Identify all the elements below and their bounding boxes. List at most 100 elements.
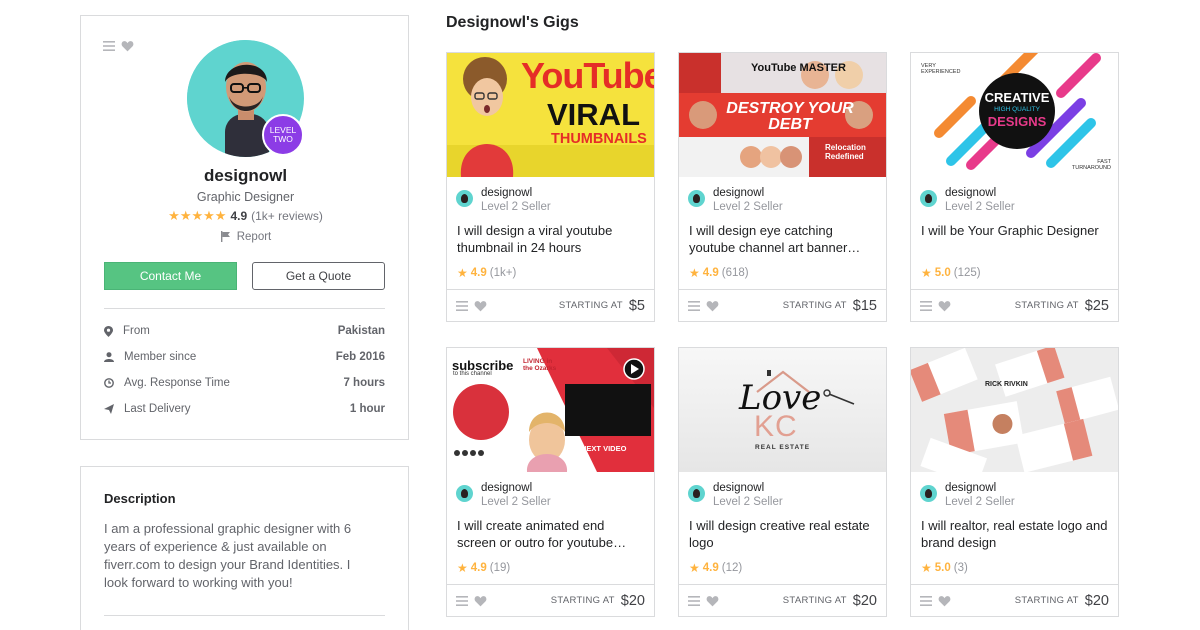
stat-label: From <box>123 325 150 337</box>
gig-seller-name[interactable]: designowl <box>945 482 1015 495</box>
gig-price[interactable]: STARTING AT $25 <box>1015 298 1109 314</box>
star-icon: ★ <box>689 561 700 575</box>
heart-icon[interactable] <box>706 595 719 607</box>
review-count[interactable]: (1k+ reviews) <box>251 209 323 223</box>
rating-value: 4.9 <box>230 209 248 223</box>
gig-card[interactable]: RICK RIVKIN designowl Level 2 Seller I w… <box>910 347 1119 617</box>
gig-seller-name[interactable]: designowl <box>481 187 551 200</box>
thumb-banner-mid: DESTROY YOUR DEBT <box>726 100 854 133</box>
heart-icon[interactable] <box>938 595 951 607</box>
gig-seller-name[interactable]: designowl <box>713 482 783 495</box>
gig-title[interactable]: I will be Your Graphic Designer <box>921 223 1111 240</box>
thumb-end-sub2: to this channel <box>453 371 492 377</box>
gig-footer: STARTING AT $5 <box>447 289 654 321</box>
gig-rating-count: (3) <box>953 562 968 574</box>
stat-value: Pakistan <box>337 325 385 337</box>
price-amount: $15 <box>852 297 877 314</box>
avatar-wrap: LEVEL TWO <box>187 40 304 157</box>
thumb-banner-top: YouTube MASTER <box>751 62 846 74</box>
seller-mini-avatar[interactable] <box>688 485 705 502</box>
gig-seller-level: Level 2 Seller <box>481 201 551 213</box>
gig-seller-name[interactable]: designowl <box>481 482 551 495</box>
menu-icon[interactable] <box>688 595 700 606</box>
gig-card[interactable]: CREATIVE HIGH QUALITY DESIGNS VERY EXPER… <box>910 52 1119 322</box>
gig-title[interactable]: I will design creative real estate logo <box>689 518 879 551</box>
gig-price[interactable]: STARTING AT $20 <box>783 593 877 609</box>
gig-card[interactable]: YouTube MASTER DESTROY YOUR DEBT Relocat… <box>678 52 887 322</box>
gig-seller-name[interactable]: designowl <box>713 187 783 200</box>
menu-icon[interactable] <box>920 300 932 311</box>
level-badge: LEVEL TWO <box>262 114 304 156</box>
thumb-end-next: NEXT VIDEO <box>581 444 627 453</box>
thumb-cards-name: RICK RIVKIN <box>985 381 1028 388</box>
thumb-creative-l2: HIGH QUALITY <box>994 106 1040 113</box>
stat-row-response-time: Avg. Response Time 7 hours <box>104 370 385 396</box>
heart-icon[interactable] <box>938 300 951 312</box>
stat-value: Feb 2016 <box>335 351 385 363</box>
menu-icon[interactable] <box>103 41 115 51</box>
gig-seller: designowl Level 2 Seller <box>456 482 551 509</box>
heart-icon[interactable] <box>474 300 487 312</box>
gig-seller-name[interactable]: designowl <box>945 187 1015 200</box>
menu-icon[interactable] <box>688 300 700 311</box>
seller-mini-avatar[interactable] <box>688 190 705 207</box>
stat-delivery-label-group: Last Delivery <box>104 403 190 415</box>
gig-price[interactable]: STARTING AT $20 <box>551 593 645 609</box>
gig-thumbnail[interactable]: YouTube MASTER DESTROY YOUR DEBT Relocat… <box>679 53 886 177</box>
gig-thumbnail[interactable]: RICK RIVKIN <box>911 348 1118 472</box>
star-icon: ★ <box>921 561 932 575</box>
gig-thumbnail[interactable]: CREATIVE HIGH QUALITY DESIGNS VERY EXPER… <box>911 53 1118 177</box>
gig-title[interactable]: I will design a viral youtube thumbnail … <box>457 223 647 256</box>
seller-profile-card: LEVEL TWO designowl Graphic Designer ★★★… <box>80 15 409 440</box>
gig-rating-count: (125) <box>953 267 981 279</box>
stat-label: Avg. Response Time <box>124 377 230 389</box>
seller-mini-avatar[interactable] <box>920 485 937 502</box>
get-a-quote-button[interactable]: Get a Quote <box>252 262 385 290</box>
heart-icon[interactable] <box>706 300 719 312</box>
gig-price[interactable]: STARTING AT $20 <box>1015 593 1109 609</box>
thumb-creative-corner1: VERY EXPERIENCED <box>921 63 961 75</box>
gig-rating: ★ 4.9 (618) <box>689 266 749 280</box>
gig-card[interactable]: YouTube VIRAL THUMBNAILS designowl Level… <box>446 52 655 322</box>
gig-actions <box>920 595 951 607</box>
starting-at-label: STARTING AT <box>1014 595 1079 606</box>
gig-thumbnail[interactable]: Love KC REAL ESTATE <box>679 348 886 472</box>
menu-icon[interactable] <box>456 595 468 606</box>
thumb-end-logo: LIVING in the Ozarks <box>523 358 557 372</box>
seller-name[interactable]: designowl <box>81 166 410 186</box>
gig-actions <box>456 300 487 312</box>
gig-seller: designowl Level 2 Seller <box>688 482 783 509</box>
gig-rating-value: 4.9 <box>702 267 719 279</box>
star-icon: ★ <box>921 266 932 280</box>
description-title: Description <box>104 491 176 506</box>
gig-price[interactable]: STARTING AT $5 <box>559 298 645 314</box>
seller-mini-avatar[interactable] <box>456 485 473 502</box>
gig-title[interactable]: I will realtor, real estate logo and bra… <box>921 518 1111 551</box>
gigs-heading: Designowl's Gigs <box>446 14 579 31</box>
gig-rating: ★ 4.9 (1k+) <box>457 266 516 280</box>
contact-me-button[interactable]: Contact Me <box>104 262 237 290</box>
gig-title[interactable]: I will create animated end screen or out… <box>457 518 647 551</box>
starting-at-label: STARTING AT <box>558 300 623 311</box>
stat-label: Member since <box>124 351 197 363</box>
gig-footer: STARTING AT $20 <box>447 584 654 616</box>
seller-rating: ★★★★★ 4.9 (1k+ reviews) <box>81 208 410 224</box>
report-link[interactable]: Report <box>81 231 410 243</box>
gig-actions <box>688 595 719 607</box>
menu-icon[interactable] <box>920 595 932 606</box>
gig-seller-level: Level 2 Seller <box>945 496 1015 508</box>
menu-icon[interactable] <box>456 300 468 311</box>
seller-mini-avatar[interactable] <box>456 190 473 207</box>
star-icon: ★ <box>457 266 468 280</box>
gig-card[interactable]: subscribe to this channel LIVING in the … <box>446 347 655 617</box>
heart-icon[interactable] <box>474 595 487 607</box>
gig-card[interactable]: Love KC REAL ESTATE designowl Level 2 Se… <box>678 347 887 617</box>
gig-thumbnail[interactable]: subscribe to this channel LIVING in the … <box>447 348 654 472</box>
gig-title[interactable]: I will design eye catching youtube chann… <box>689 223 879 256</box>
gig-footer: STARTING AT $15 <box>679 289 886 321</box>
heart-icon[interactable] <box>121 40 134 52</box>
seller-mini-avatar[interactable] <box>920 190 937 207</box>
gig-price[interactable]: STARTING AT $15 <box>783 298 877 314</box>
description-text: I am a professional graphic designer wit… <box>104 521 352 590</box>
gig-thumbnail[interactable]: YouTube VIRAL THUMBNAILS <box>447 53 654 177</box>
